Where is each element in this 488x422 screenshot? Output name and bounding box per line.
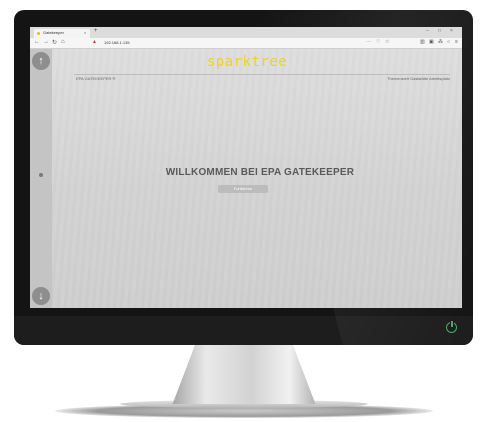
url-text: 192.168.1.135: [104, 40, 130, 45]
account-icon[interactable]: ○: [447, 39, 450, 45]
tab-close-icon[interactable]: ×: [84, 30, 86, 35]
continue-button[interactable]: Fortfahren: [218, 185, 268, 193]
browser-address-bar: ← → ↻ ⌂ ▲ 192.168.1.135 ⋯ ♡ ☆ ▥ ▣ ⁂ ○ ≡: [30, 38, 462, 49]
back-icon[interactable]: ←: [34, 39, 40, 45]
browser-tab[interactable]: Gatekeeper ×: [34, 29, 90, 38]
context-label: Themenwelt Gaststätte Arbeitsplatz: [387, 76, 450, 81]
left-rail: ↑ ↓: [30, 49, 52, 308]
monitor-screen: Gatekeeper × + – □ × ← → ↻ ⌂ ▲ 192.168.1…: [30, 27, 462, 308]
web-page: ↑ ↓ sparktree EPA GATEKEEPER ® Themenwel…: [30, 49, 462, 308]
tab-title: Gatekeeper: [43, 30, 64, 35]
library-icon[interactable]: ▥: [420, 39, 425, 45]
browser-tab-bar: Gatekeeper × + – □ ×: [30, 27, 462, 38]
forward-icon[interactable]: →: [43, 39, 49, 45]
minimize-icon[interactable]: –: [426, 28, 429, 34]
rail-indicator-dot: [39, 173, 43, 177]
menu-icon[interactable]: ≡: [455, 39, 458, 45]
favicon-icon: [37, 32, 40, 35]
scroll-down-icon[interactable]: ↓: [32, 287, 50, 305]
extension-icon[interactable]: ⁂: [438, 39, 443, 45]
brand-label: EPA GATEKEEPER ®: [76, 76, 116, 81]
new-tab-icon[interactable]: +: [94, 28, 98, 34]
power-icon[interactable]: [446, 320, 457, 333]
security-warning-icon[interactable]: ▲: [92, 39, 97, 45]
reload-icon[interactable]: ↻: [52, 39, 57, 46]
home-icon[interactable]: ⌂: [61, 39, 65, 45]
page-actions-icon[interactable]: ⋯: [366, 39, 371, 45]
sidebar-icon[interactable]: ▣: [429, 39, 434, 45]
pocket-icon[interactable]: ♡: [376, 39, 380, 45]
maximize-icon[interactable]: □: [438, 28, 441, 34]
welcome-title: WILLKOMMEN BEI EPA GATEKEEPER: [165, 167, 355, 178]
header-divider: [74, 74, 450, 75]
monitor-chin: [14, 316, 473, 345]
bookmark-star-icon[interactable]: ☆: [385, 39, 389, 45]
monitor-stand-neck: [172, 344, 316, 404]
sparktree-logo: sparktree: [206, 54, 288, 70]
close-window-icon[interactable]: ×: [450, 28, 453, 34]
url-field[interactable]: ▲ 192.168.1.135: [84, 39, 374, 47]
scroll-up-icon[interactable]: ↑: [32, 52, 50, 70]
